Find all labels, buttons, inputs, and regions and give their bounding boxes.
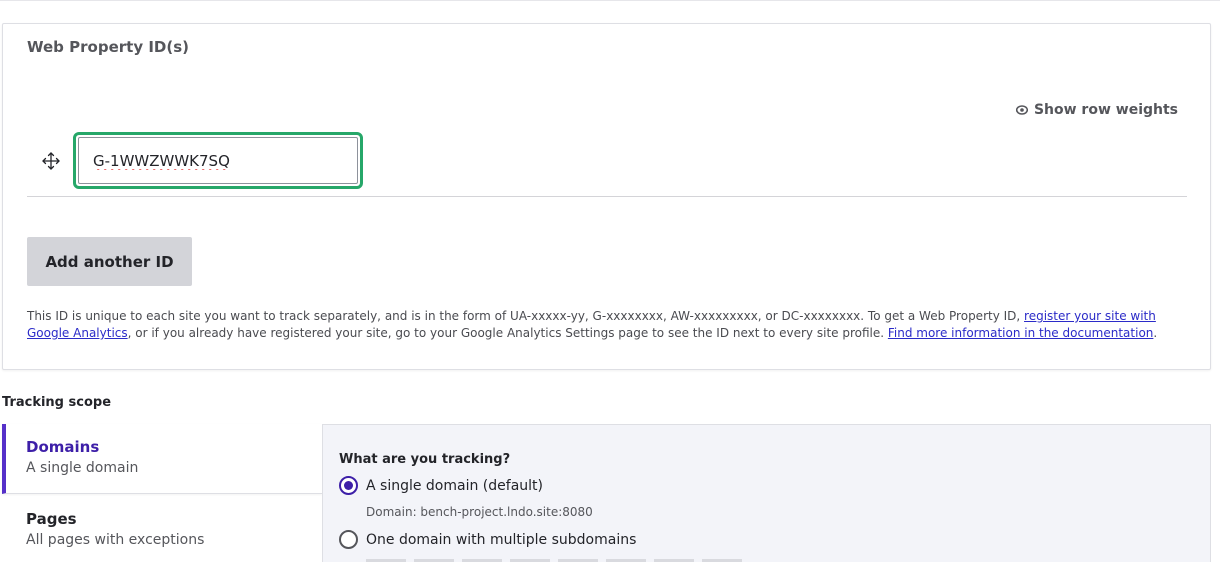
radio-label: One domain with multiple subdomains — [366, 531, 637, 548]
radio-single-domain[interactable]: A single domain (default) — [339, 476, 543, 495]
show-row-weights-label: Show row weights — [1033, 102, 1178, 118]
description-text: . — [1153, 326, 1158, 340]
row-divider — [27, 196, 1187, 197]
tab-summary: All pages with exceptions — [26, 532, 205, 548]
add-another-id-button[interactable]: Add another ID — [27, 237, 192, 286]
documentation-link[interactable]: Find more information in the documentati… — [888, 326, 1154, 340]
web-property-card: Web Property ID(s) Show row weights Add … — [2, 23, 1211, 370]
id-description: This ID is unique to each site you want … — [27, 308, 1197, 342]
id-input-focus-ring — [73, 132, 363, 189]
pane-heading: What are you tracking? — [339, 452, 511, 467]
description-text: This ID is unique to each site you want … — [27, 309, 1025, 323]
tab-pages[interactable]: Pages All pages with exceptions — [2, 496, 322, 562]
tracking-scope-tabs: Domains A single domain Pages All pages … — [2, 424, 322, 562]
card-title: Web Property ID(s) — [27, 38, 189, 56]
drag-handle-icon[interactable] — [41, 151, 61, 171]
tab-title: Pages — [26, 510, 77, 528]
tracking-scope-label: Tracking scope — [2, 395, 112, 410]
tab-summary: A single domain — [26, 460, 139, 476]
tab-domains[interactable]: Domains A single domain — [2, 424, 322, 494]
radio-button[interactable] — [339, 530, 358, 549]
radio-description: Domain: bench-project.lndo.site:8080 — [366, 505, 593, 519]
tab-title: Domains — [26, 438, 100, 456]
web-property-id-input[interactable] — [78, 137, 358, 184]
radio-multiple-subdomains[interactable]: One domain with multiple subdomains — [339, 530, 636, 549]
domains-pane: What are you tracking? A single domain (… — [322, 424, 1211, 562]
show-row-weights-button[interactable]: Show row weights — [1015, 102, 1178, 118]
radio-button-checked[interactable] — [339, 476, 358, 495]
eye-icon — [1015, 105, 1028, 115]
radio-label: A single domain (default) — [366, 477, 543, 494]
description-text: , or if you already have registered your… — [127, 326, 888, 340]
top-divider — [0, 0, 1220, 2]
